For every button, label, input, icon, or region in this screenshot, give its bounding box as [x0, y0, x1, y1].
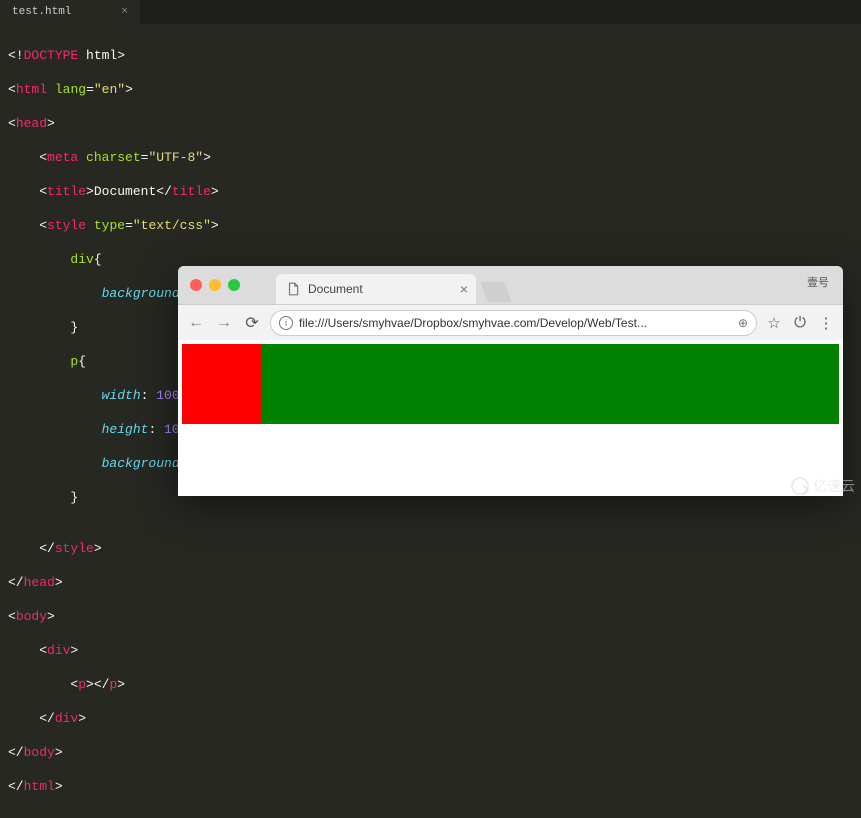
- reload-icon[interactable]: ⟳: [242, 313, 262, 333]
- rendered-p: [182, 344, 262, 424]
- close-icon[interactable]: ×: [121, 6, 128, 18]
- menu-icon[interactable]: ⋮: [817, 314, 835, 332]
- code-line: <head>: [8, 115, 853, 132]
- code-line: <!DOCTYPE html>: [8, 47, 853, 64]
- browser-toolbar: ← → ⟳ i file:///Users/smyhvae/Dropbox/sm…: [178, 304, 843, 340]
- traffic-zoom-icon[interactable]: [228, 279, 240, 291]
- code-line: <body>: [8, 608, 853, 625]
- browser-tab-title: Document: [308, 282, 363, 296]
- code-line: </html>: [8, 778, 853, 795]
- file-icon: [286, 282, 300, 296]
- code-line: <meta charset="UTF-8">: [8, 149, 853, 166]
- watermark-text: 亿速云: [813, 476, 855, 496]
- close-icon[interactable]: ×: [460, 281, 468, 297]
- new-tab-button[interactable]: [480, 282, 511, 302]
- watermark: 亿速云: [791, 476, 855, 496]
- code-line: </body>: [8, 744, 853, 761]
- code-line: </style>: [8, 540, 853, 557]
- site-info-icon[interactable]: i: [279, 316, 293, 330]
- traffic-close-icon[interactable]: [190, 279, 202, 291]
- star-icon[interactable]: ☆: [765, 314, 783, 332]
- window-controls: [178, 279, 252, 291]
- rendered-div: [182, 344, 839, 424]
- forward-icon[interactable]: →: [214, 314, 234, 332]
- traffic-minimize-icon[interactable]: [209, 279, 221, 291]
- power-icon[interactable]: ⏻: [791, 314, 809, 331]
- watermark-icon: [791, 477, 809, 495]
- address-bar[interactable]: i file:///Users/smyhvae/Dropbox/smyhvae.…: [270, 310, 757, 336]
- browser-tab[interactable]: Document ×: [276, 274, 476, 304]
- editor-tab-bar: test.html ×: [0, 0, 861, 24]
- code-line: <p></p>: [8, 676, 853, 693]
- code-line: <html lang="en">: [8, 81, 853, 98]
- code-line: <title>Document</title>: [8, 183, 853, 200]
- tab-filename: test.html: [12, 6, 71, 18]
- code-line: </head>: [8, 574, 853, 591]
- url-text: file:///Users/smyhvae/Dropbox/smyhvae.co…: [299, 316, 647, 330]
- zoom-icon[interactable]: ⊕: [738, 316, 748, 330]
- code-line: <div>: [8, 642, 853, 659]
- back-icon[interactable]: ←: [186, 314, 206, 332]
- code-line: </div>: [8, 710, 853, 727]
- browser-titlebar: Document × 壹号: [178, 266, 843, 304]
- code-line: <style type="text/css">: [8, 217, 853, 234]
- editor-tab[interactable]: test.html ×: [0, 0, 140, 24]
- browser-window: Document × 壹号 ← → ⟳ i file:///Users/smyh…: [178, 266, 843, 496]
- corner-mark: 壹号: [807, 274, 829, 290]
- browser-viewport: [178, 340, 843, 496]
